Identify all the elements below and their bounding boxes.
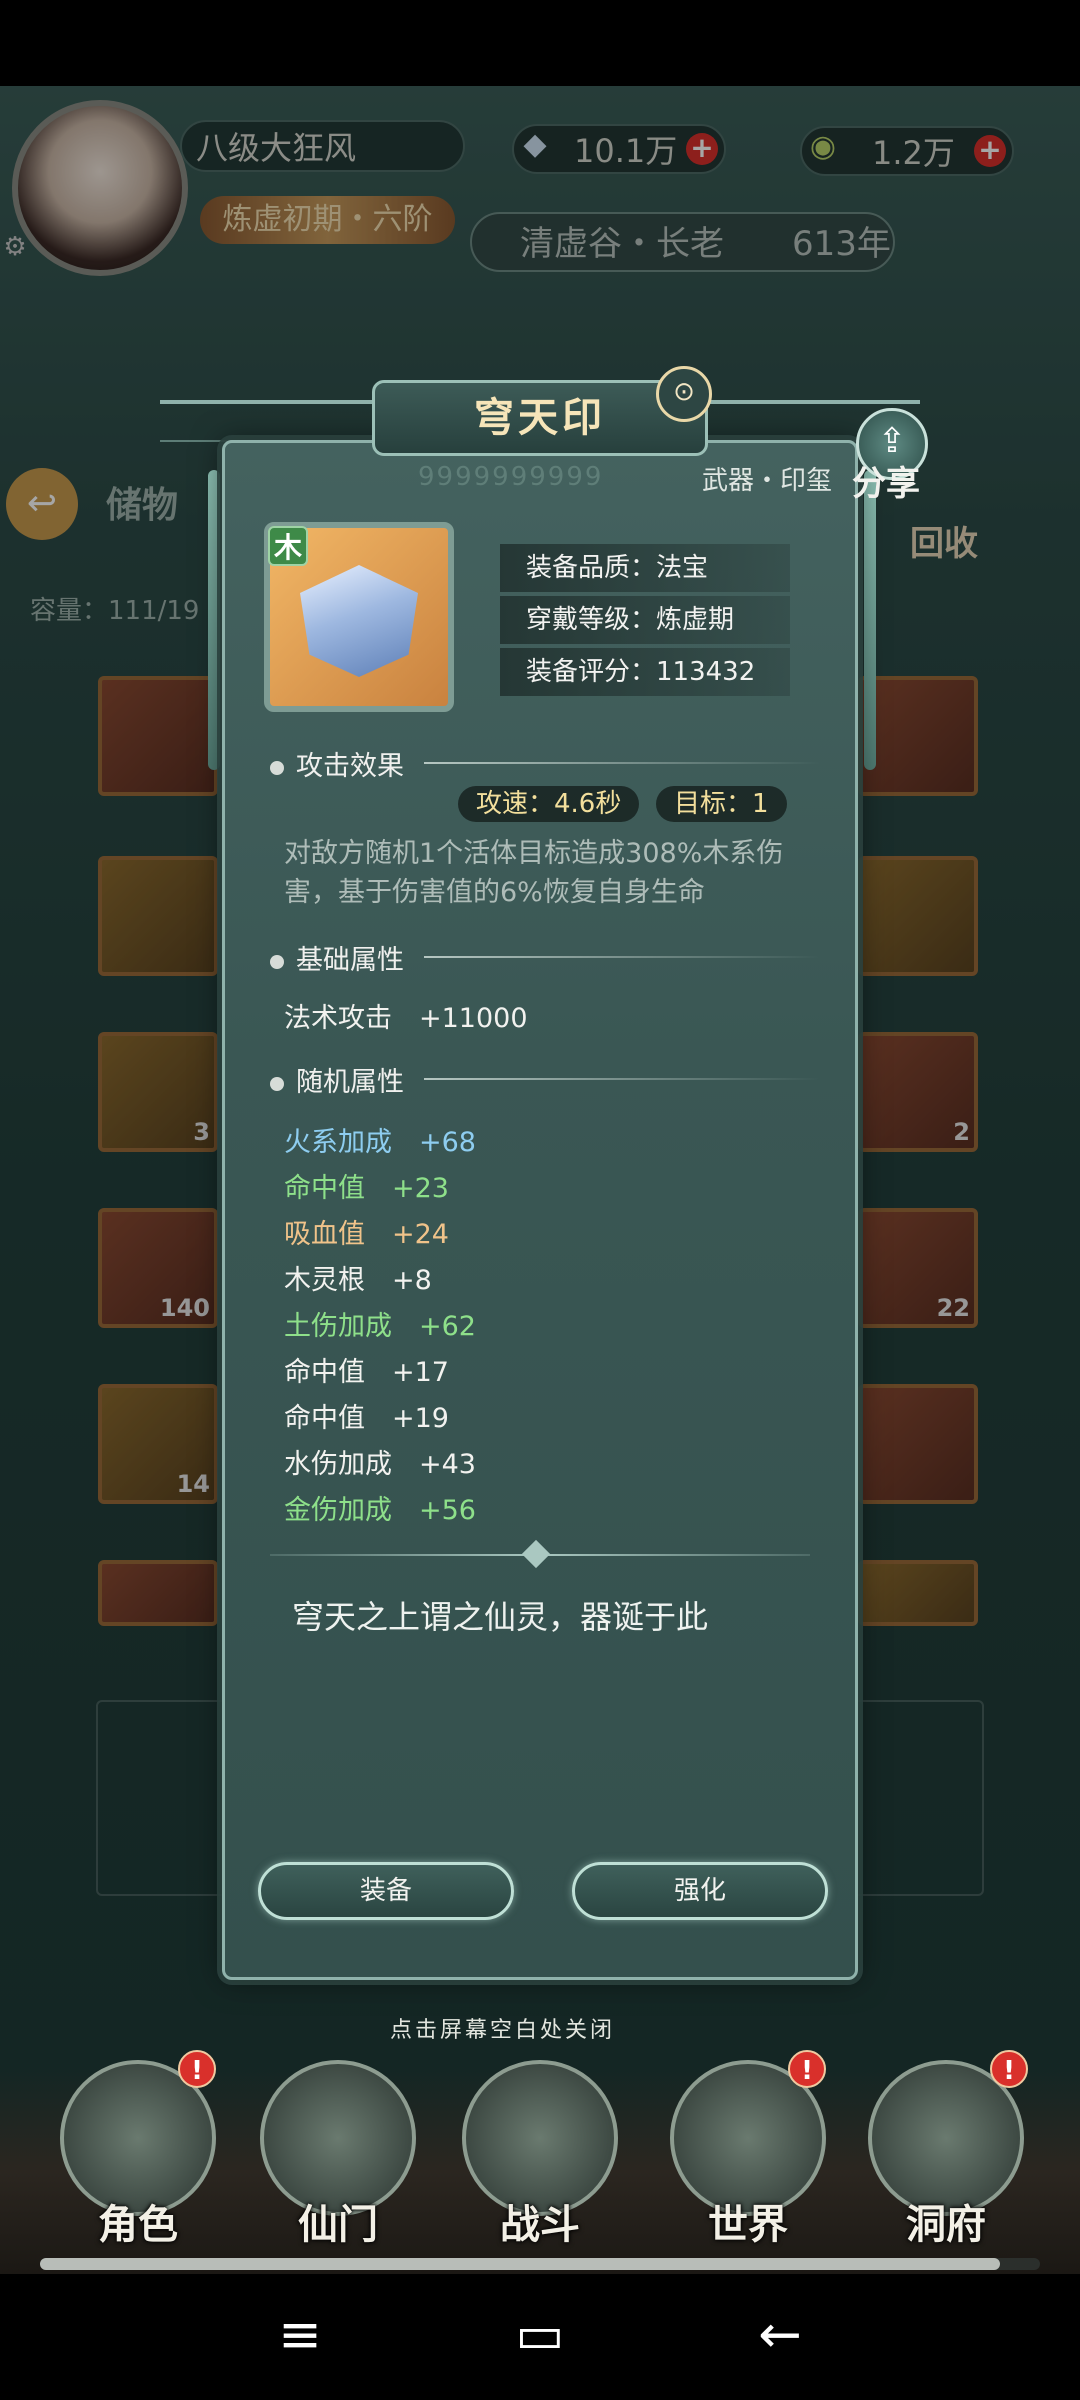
decorative-dots: 9999999999	[418, 462, 604, 492]
close-hint: 点击屏幕空白处关闭	[390, 2018, 616, 2043]
notification-badge: !	[178, 2050, 216, 2088]
section-divider	[424, 1078, 820, 1080]
section-random-attributes: 随机属性	[270, 1060, 404, 1099]
nav-cave-label: 洞府	[906, 2202, 986, 2248]
quality-stat: 装备品质：法宝	[500, 544, 790, 592]
section-base-attributes: 基础属性	[270, 938, 404, 977]
random-attribute: 吸血值 +24	[284, 1219, 449, 1250]
bullet-icon	[270, 954, 284, 969]
nav-world-label: 世界	[708, 2202, 788, 2248]
random-attribute: 命中值 +19	[284, 1403, 449, 1434]
nav-sect-label: 仙门	[298, 2202, 378, 2248]
element-badge: 木	[268, 526, 308, 566]
share-button[interactable]: 分享	[852, 456, 920, 505]
target-tag: 目标：1	[656, 786, 787, 822]
random-attribute: 火系加成 +68	[284, 1127, 476, 1158]
score-stat: 装备评分：113432	[500, 648, 790, 696]
nav-character-label: 角色	[98, 2202, 178, 2248]
bullet-icon	[270, 1076, 284, 1091]
progress-fill	[40, 2258, 1000, 2270]
notification-badge: !	[990, 2050, 1028, 2088]
random-attribute: 命中值 +23	[284, 1173, 449, 1204]
random-attribute: 金伤加成 +56	[284, 1495, 476, 1526]
status-bar	[0, 0, 1080, 86]
popup-rail-left	[208, 470, 220, 770]
random-attribute: 水伤加成 +43	[284, 1449, 476, 1480]
flavor-text: 穹天之上谓之仙灵，器诞于此	[292, 1598, 709, 1636]
random-attribute: 土伤加成 +62	[284, 1311, 476, 1342]
section-divider	[424, 762, 820, 764]
section-divider	[424, 956, 820, 958]
back-icon[interactable]: ←	[740, 2300, 820, 2370]
item-category: 武器・印玺	[702, 466, 833, 496]
skill-description: 对敌方随机1个活体目标造成308%木系伤害，基于伤害值的6%恢复自身生命	[284, 838, 784, 908]
upgrade-button[interactable]: 强化	[572, 1862, 828, 1920]
notification-badge: !	[788, 2050, 826, 2088]
nav-battle-label: 战斗	[500, 2202, 580, 2248]
bullet-icon	[270, 760, 284, 775]
progress-bar	[40, 2258, 1040, 2270]
level-stat: 穿戴等级：炼虚期	[500, 596, 790, 644]
home-icon[interactable]: ▭	[500, 2300, 580, 2370]
section-attack: 攻击效果	[270, 744, 404, 783]
random-attribute: 木灵根 +8	[284, 1265, 432, 1296]
equip-button[interactable]: 装备	[258, 1862, 514, 1920]
base-attribute: 法术攻击 +11000	[284, 1003, 528, 1034]
popup-rail-right	[864, 470, 876, 770]
attack-speed-tag: 攻速：4.6秒	[458, 786, 640, 822]
menu-icon[interactable]: ≡	[260, 2300, 340, 2370]
random-attribute: 命中值 +17	[284, 1357, 449, 1388]
unlock-icon[interactable]: ⊙	[656, 366, 712, 422]
